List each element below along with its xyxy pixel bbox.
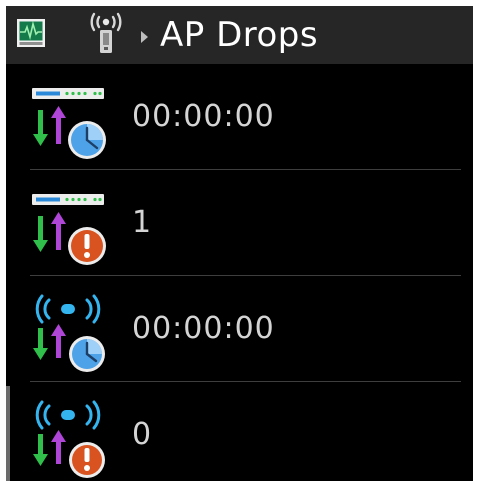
metrics-list: 00:00:00 1 00:00:00 0 xyxy=(6,64,473,481)
scrollbar[interactable] xyxy=(6,386,10,481)
wireless-traffic-clock-icon xyxy=(33,294,105,372)
monitor-heartbeat-icon[interactable] xyxy=(16,18,46,48)
wireless-drops-value: 0 xyxy=(132,417,153,452)
drops-count-value: 1 xyxy=(132,205,153,240)
list-item-ap-drops[interactable]: 1 xyxy=(6,170,473,276)
page-title: AP Drops xyxy=(160,15,319,55)
header-bar: AP Drops xyxy=(6,6,473,64)
wireless-access-point-icon[interactable] xyxy=(83,11,129,55)
list-item-ap-uptime[interactable]: 00:00:00 xyxy=(6,64,473,170)
app-frame: AP Drops 00:00:00 1 00:00:00 0 xyxy=(6,6,473,481)
wireless-uptime-value: 00:00:00 xyxy=(132,311,275,346)
switch-traffic-alert-icon xyxy=(32,194,106,265)
wireless-traffic-alert-icon xyxy=(33,400,105,478)
breadcrumb-arrow-icon xyxy=(141,31,148,43)
uptime-value: 00:00:00 xyxy=(132,99,275,134)
list-item-wireless-drops[interactable]: 0 xyxy=(6,382,473,481)
list-item-wireless-uptime[interactable]: 00:00:00 xyxy=(6,276,473,382)
switch-traffic-clock-icon xyxy=(32,88,106,159)
